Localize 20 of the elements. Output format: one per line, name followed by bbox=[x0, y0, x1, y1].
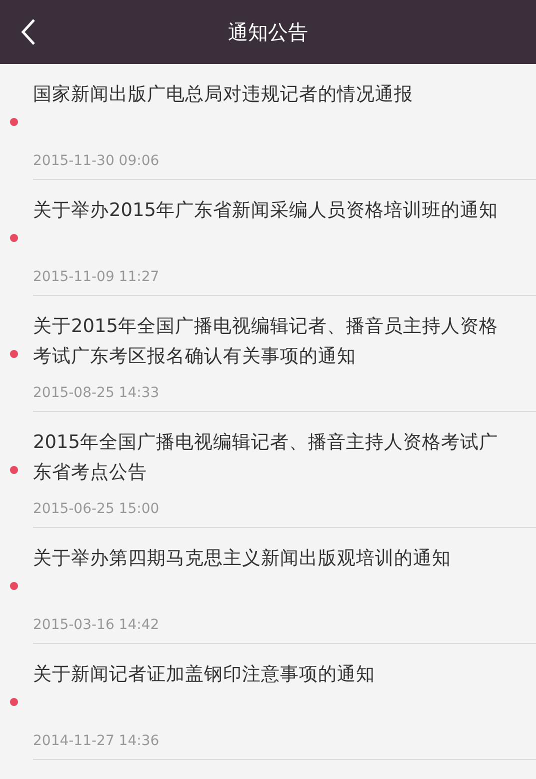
notice-item[interactable]: 关于2015年全国广播电视编辑记者、播音员主持人资格考试广东考区报名确认有关事项的通知 2015-08-25 14:33 bbox=[33, 296, 536, 412]
notice-title: 关于举办2015年广东省新闻采编人员资格培训班的通知 bbox=[33, 199, 500, 223]
notice-date: 2015-06-25 15:00 bbox=[33, 501, 160, 517]
notice-title: 关于2015年全国广播电视编辑记者、播音员主持人资格考试广东考区报名确认有关事项的通知 bbox=[33, 315, 500, 369]
notice-date: 2015-11-09 11:27 bbox=[33, 269, 160, 285]
notice-date: 2015-03-16 14:42 bbox=[33, 617, 160, 633]
notice-title: 国家新闻出版广电总局对违规记者的情况通报 bbox=[33, 83, 414, 107]
notice-item[interactable]: 关于举办2015年广东省新闻采编人员资格培训班的通知 2015-11-09 11:27 bbox=[33, 180, 536, 296]
notice-item[interactable]: 国家新闻出版广电总局对违规记者的情况通报 2015-11-30 09:06 bbox=[33, 64, 536, 180]
notice-title: 2015年全国广播电视编辑记者、播音主持人资格考试广东省考点公告 bbox=[33, 431, 500, 485]
notice-item[interactable]: 2015年全国广播电视编辑记者、播音主持人资格考试广东省考点公告 2015-06-25 15:00 bbox=[33, 412, 536, 528]
notice-date: 2014-11-27 14:36 bbox=[33, 733, 160, 749]
notice-date: 2015-11-30 09:06 bbox=[33, 153, 160, 169]
back-icon bbox=[20, 18, 36, 46]
notice-title: 关于举办第四期马克思主义新闻出版观培训的通知 bbox=[33, 547, 452, 571]
notice-item[interactable]: 关于举办第四期马克思主义新闻出版观培训的通知 2015-03-16 14:42 bbox=[33, 528, 536, 644]
notice-title: 关于新闻记者证加盖钢印注意事项的通知 bbox=[33, 663, 376, 687]
notice-date: 2015-08-25 14:33 bbox=[33, 385, 160, 401]
page-title: 通知公告 bbox=[228, 18, 308, 46]
notice-item[interactable]: 关于新闻记者证加盖钢印注意事项的通知 2014-11-27 14:36 bbox=[33, 644, 536, 760]
